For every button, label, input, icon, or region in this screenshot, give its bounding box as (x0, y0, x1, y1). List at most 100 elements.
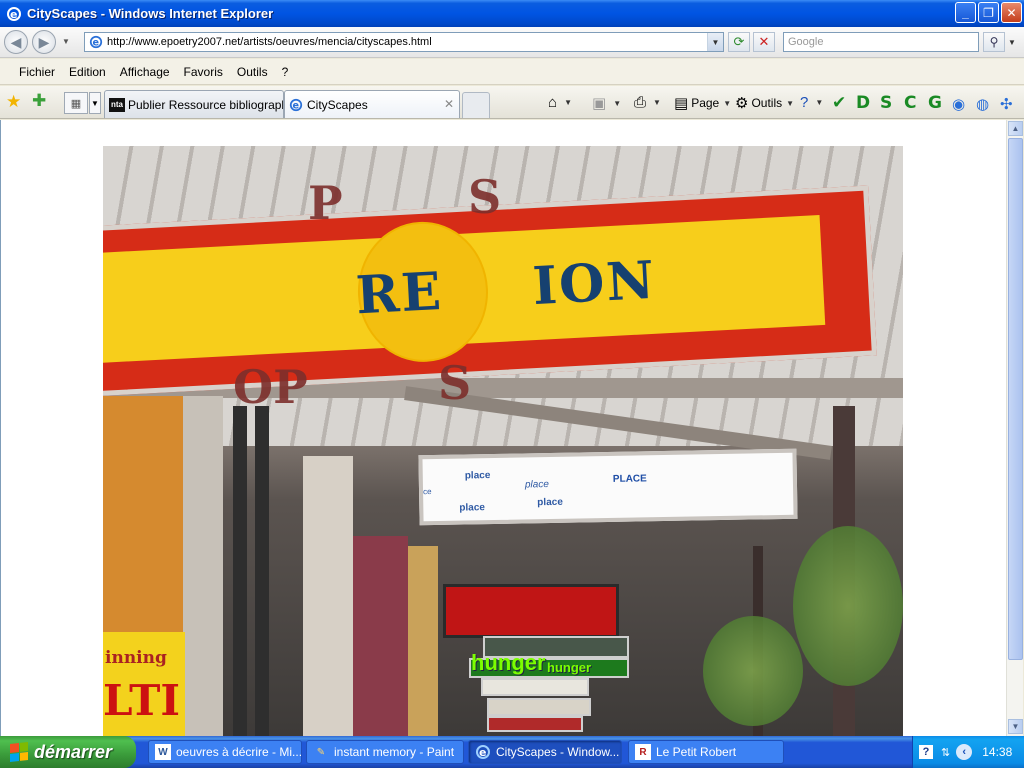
menu-favoris[interactable]: Favoris (177, 65, 230, 79)
page-menu-label: Page (691, 96, 720, 110)
health-sign (487, 698, 591, 716)
add-favorite-icon[interactable]: ✚ (32, 91, 46, 111)
ie-logo-icon: e (7, 6, 21, 21)
task-label: oeuvres à décrire - Mi... (176, 745, 302, 759)
ie-icon: e (476, 745, 490, 759)
extension-icon[interactable]: ✣ (1000, 95, 1013, 113)
svg-text:e: e (479, 746, 486, 759)
pillar (233, 406, 247, 736)
menu-outils[interactable]: Outils (230, 65, 275, 79)
close-button[interactable]: ✕ (1001, 2, 1022, 23)
place-word: ce (422, 487, 432, 497)
home-dropdown-icon[interactable]: ▼ (564, 98, 572, 107)
scroll-down-icon[interactable]: ▼ (1008, 719, 1023, 734)
home-icon: ⌂ (548, 94, 558, 111)
pillar (353, 536, 408, 736)
toolbar-s-button[interactable]: S (880, 93, 892, 113)
quick-tabs-button[interactable]: ▦ (64, 92, 88, 114)
floating-letter: OP (233, 360, 308, 414)
maximize-button[interactable]: ❐ (978, 2, 999, 23)
place-word: place (459, 502, 486, 514)
minimize-button[interactable]: _ (955, 2, 976, 23)
hunger-text-large: hunger (471, 650, 546, 675)
gear-icon: ⚙ (735, 95, 749, 112)
rss-icon: ▣ (592, 95, 607, 112)
feeds-button[interactable]: ▣ ▼ (592, 94, 621, 112)
back-button[interactable]: ◀ (4, 30, 28, 54)
place-word: place (464, 470, 491, 482)
search-input[interactable]: Google (783, 32, 979, 52)
page-menu-button[interactable]: ▤ Page ▼ (674, 94, 731, 112)
red-small-sign (487, 716, 583, 732)
help-icon: ? (800, 94, 809, 111)
history-dropdown-icon[interactable]: ▼ (62, 37, 70, 46)
address-bar[interactable]: e http://www.epoetry2007.net/artists/oeu… (84, 32, 724, 52)
toolbar-g-button[interactable]: G (928, 93, 942, 113)
pillar (303, 456, 353, 736)
forward-button[interactable]: ▶ (32, 30, 56, 54)
world-icon[interactable]: ◍ (976, 95, 989, 113)
menu-edition[interactable]: Edition (62, 65, 113, 79)
grid-icon: ▦ (70, 97, 82, 110)
tab-list-dropdown-icon[interactable]: ▼ (89, 92, 101, 114)
task-label: Le Petit Robert (656, 745, 737, 759)
stop-icon: ✕ (758, 34, 770, 49)
checkmark-icon[interactable]: ✔ (832, 93, 846, 113)
menu-fichier[interactable]: Fichier (12, 65, 62, 79)
help-tray-icon[interactable]: ? (919, 745, 933, 759)
page-dropdown-icon: ▼ (723, 98, 732, 108)
hunger-text-small: hunger (547, 660, 592, 675)
task-paint[interactable]: ✎ instant memory - Paint (306, 740, 464, 764)
tab-label: CityScapes (307, 97, 368, 112)
new-tab-button[interactable] (462, 92, 490, 118)
windows-logo-icon (10, 742, 28, 762)
task-cityscapes-ie[interactable]: e CityScapes - Window... (468, 740, 622, 764)
start-button[interactable]: démarrer (0, 736, 136, 768)
tab-bar: ★ ✚ ▦ ▼ nta Publier Ressource bibliograp… (0, 86, 1024, 119)
yellow-poster: inning LTI (103, 632, 185, 736)
clock: 14:38 (982, 745, 1013, 759)
feeds-dropdown-icon[interactable]: ▼ (613, 99, 621, 108)
task-word-document[interactable]: W oeuvres à décrire - Mi... (148, 740, 302, 764)
svg-text:e: e (10, 8, 17, 21)
red-hanging-sign (443, 584, 619, 638)
scroll-thumb[interactable] (1008, 138, 1023, 660)
pillar (183, 396, 223, 736)
tab-close-icon[interactable]: ✕ (444, 97, 454, 111)
show-hidden-icons-icon[interactable]: ‹ (956, 744, 973, 760)
favorites-star-icon[interactable]: ★ (6, 92, 21, 112)
print-dropdown-icon[interactable]: ▼ (653, 98, 661, 107)
address-dropdown-icon[interactable]: ▼ (707, 33, 723, 51)
task-label: instant memory - Paint (334, 745, 455, 759)
vertical-scrollbar[interactable]: ▲ ▼ (1006, 120, 1023, 736)
menu-help[interactable]: ? (275, 65, 296, 79)
toolbar-d-button[interactable]: D (856, 93, 870, 113)
refresh-button[interactable]: ⟳ (728, 32, 750, 52)
cityscapes-artwork[interactable]: RE ION P S OP S place place PLACE place … (103, 146, 903, 736)
home-button[interactable]: ⌂ ▼ (548, 94, 572, 111)
search-options-dropdown-icon[interactable]: ▼ (1006, 32, 1018, 52)
svg-text:e: e (93, 38, 100, 49)
robert-icon: R (635, 744, 651, 760)
tools-menu-button[interactable]: ⚙ Outils ▼ (735, 94, 794, 112)
printer-icon: ⎙ (634, 94, 647, 111)
back-arrow-icon: ◀ (10, 33, 22, 50)
place-word: PLACE (612, 473, 647, 485)
window-title: CityScapes - Windows Internet Explorer (27, 6, 274, 21)
pillar (408, 546, 438, 736)
print-button[interactable]: ⎙ ▼ (634, 94, 661, 111)
search-button[interactable]: ⚲ (983, 32, 1005, 52)
tab-publier-ressource[interactable]: nta Publier Ressource bibliograph... (104, 90, 284, 118)
svg-text:e: e (293, 100, 300, 111)
task-le-petit-robert[interactable]: R Le Petit Robert (628, 740, 784, 764)
stop-button[interactable]: ✕ (753, 32, 775, 52)
tab-cityscapes[interactable]: e CityScapes ✕ (284, 90, 460, 118)
globe-icon[interactable]: ◉ (952, 95, 965, 113)
poster-text-bottom: LTI (103, 676, 181, 725)
network-icon[interactable]: ⇅ (941, 746, 950, 759)
scroll-up-icon[interactable]: ▲ (1008, 121, 1023, 136)
menu-affichage[interactable]: Affichage (113, 65, 177, 79)
toolbar-c-button[interactable]: C (904, 93, 916, 113)
address-input[interactable]: http://www.epoetry2007.net/artists/oeuvr… (107, 36, 707, 48)
help-menu-button[interactable]: ? ▼ (800, 94, 823, 111)
